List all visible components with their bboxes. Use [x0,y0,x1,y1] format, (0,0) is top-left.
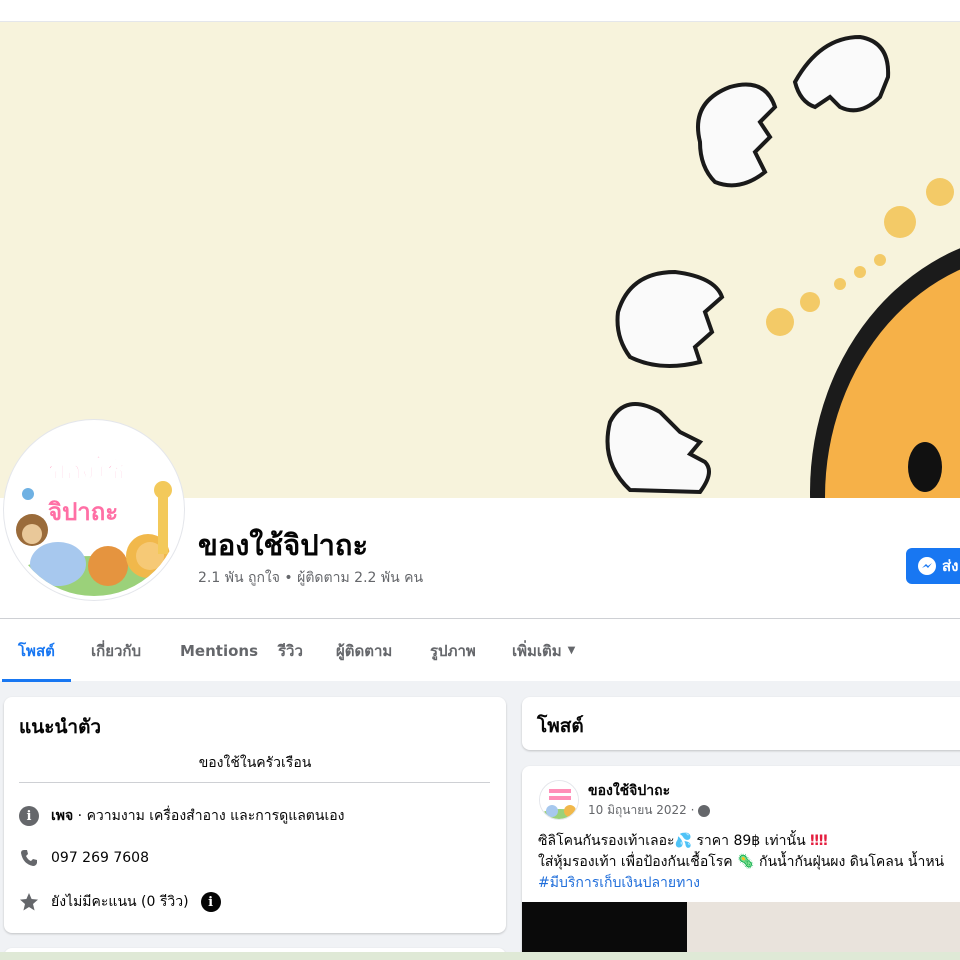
tab-followers[interactable]: ผู้ติดตาม [336,619,392,682]
tab-reviews-label: รีวิว [278,641,303,660]
intro-divider [19,782,490,783]
page-stats: 2.1 พัน ถูกใจ • ผู้ติดตาม 2.2 พัน คน [198,567,423,589]
post-text-part: กันน้ำกันฝุ่นผง ดินโคลน น้ำหน่ [754,854,945,870]
page-avatar[interactable]: ของใช้ จิปาถะ [4,420,184,600]
intro-title: แนะนำตัว [19,716,102,738]
post-text-part: ซิลิโคนกันรองเท้าเลอะ [538,833,675,849]
page-category[interactable]: · ความงาม เครื่องสำอาง และการดูแลตนเอง [73,808,345,824]
page-title: ของใช้จิปาถะ [198,528,369,562]
double-exclamation-icon: ‼‼ [810,833,828,849]
bottom-strip [0,952,960,960]
avatar-text-line1: ของใช้ [47,456,125,487]
intro-phone: 097 269 7608 [19,848,149,868]
tab-photos[interactable]: รูปภาพ [430,619,476,682]
page-tabs: โพสต์ เกี่ยวกับ Mentions รีวิว ผู้ติดตาม… [0,618,960,682]
tab-mentions-label: Mentions [180,641,259,660]
post-card: ของใช้จิปาถะ 10 มิถุนายน 2022 · ซิลิโคนก… [522,766,960,960]
phone-number[interactable]: 097 269 7608 [51,850,149,866]
stats-separator: • [284,570,293,586]
tab-reviews[interactable]: รีวิว [278,619,303,682]
rating-text: ยังไม่มีคะแนน (0 รีวิว) [51,894,189,910]
avatar-text-line2: จิปาถะ [48,498,119,526]
eggshell-1 [696,82,778,188]
followers-count[interactable]: ผู้ติดตาม 2.2 พัน คน [297,570,423,586]
microbe-icon: 🦠 [737,854,755,870]
rating-info-icon[interactable]: i [200,892,221,912]
intro-rating: ยังไม่มีคะแนน (0 รีวิว) i [19,891,221,913]
send-message-label: ส่ง [942,557,959,575]
post-text-line1: ซิลิโคนกันรองเท้าเลอะ💦 ราคา 89฿ เท่านั้น… [538,830,828,852]
post-text-line2: ใส่หุ้มรองเท้า เพื่อป้องกันเชื้อโรค 🦠 กั… [538,851,944,873]
tab-mentions[interactable]: Mentions [180,619,258,682]
tab-more-label: เพิ่มเติม [512,641,562,660]
tab-photos-label: รูปภาพ [430,641,476,660]
star-icon [19,892,39,912]
post-text-part: ใส่หุ้มรองเท้า เพื่อป้องกันเชื้อโรค [538,854,738,870]
intro-page-type: i เพจ · ความงาม เครื่องสำอาง และการดูแลต… [19,805,345,827]
post-hashtag[interactable]: #มีบริการเก็บเงินปลายทาง [538,872,700,894]
browser-top-strip [0,0,960,22]
tab-about[interactable]: เกี่ยวกับ [91,619,141,682]
page-type-label: เพจ [51,808,74,824]
messenger-icon [918,557,936,575]
intro-card: แนะนำตัว ของใช้ในครัวเรือน i เพจ · ความง… [4,697,506,933]
intro-bio: ของใช้ในครัวเรือน [198,755,312,771]
posts-header-card: โพสต์ [522,697,960,750]
phone-icon [19,848,39,868]
send-message-button[interactable]: ส่ง [906,548,960,584]
post-price-text: ราคา 89฿ เท่านั้น [691,833,806,849]
post-date-text: 10 มิถุนายน 2022 · [588,803,695,817]
post-timestamp[interactable]: 10 มิถุนายน 2022 · [588,801,711,820]
tab-about-label: เกี่ยวกับ [91,641,142,660]
post-author-avatar[interactable] [539,780,579,820]
post-author-name[interactable]: ของใช้จิปาถะ [588,780,670,802]
posts-header-title: โพสต์ [537,715,584,737]
tab-posts-label: โพสต์ [18,641,55,660]
info-icon: i [19,806,39,826]
tab-posts[interactable]: โพสต์ [2,619,71,682]
droplets-icon: 💦 [674,833,692,849]
tab-more[interactable]: เพิ่มเติม ▼ [512,619,575,682]
caret-down-icon: ▼ [567,645,576,656]
likes-count[interactable]: 2.1 พัน ถูกใจ [198,570,280,586]
tab-followers-label: ผู้ติดตาม [336,641,393,660]
globe-icon [698,804,711,817]
